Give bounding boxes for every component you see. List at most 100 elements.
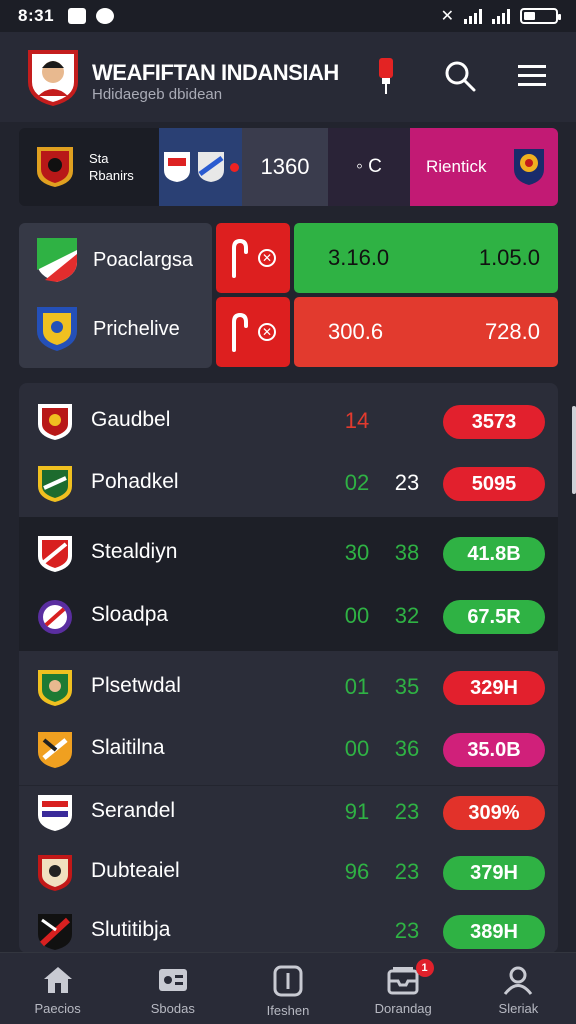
featured-team-1-name: Poaclargsa (93, 248, 194, 271)
nav-label: Paecios (34, 1001, 81, 1016)
odds-pill[interactable]: 379H (443, 856, 545, 890)
featured-team-2-name: Prichelive (93, 317, 180, 340)
featured-odd-2b: 728.0 (484, 319, 540, 344)
odds-pill[interactable]: 309% (443, 796, 545, 830)
table-row[interactable]: Sloadpa 00 32 67.5R (19, 583, 558, 647)
featured-odd-2a: 300.6 (328, 319, 384, 344)
mute-icon: ✕ (440, 8, 454, 25)
featured-odds-bar-2[interactable]: 300.6 728.0 (294, 297, 558, 367)
team-crest-3-icon (514, 149, 544, 185)
live-dot-icon (230, 162, 239, 172)
notification-badge: 1 (415, 959, 434, 977)
odds-pill[interactable]: 329H (443, 671, 545, 705)
table-row[interactable]: Dubteaiel 96 23 379H (19, 839, 558, 903)
team-name: Slaitilna (91, 736, 165, 759)
table-row[interactable]: Slaitilna 00 36 35.0B (19, 716, 558, 780)
strip-mid[interactable]: ◦ C (328, 128, 410, 206)
league-strip: Sta Rbanirs 1360 ◦ C Rientick (19, 128, 558, 206)
nav-item-home[interactable]: Paecios (0, 953, 115, 1024)
team-crest-icon (37, 238, 77, 282)
table-row[interactable]: Slutitibja 23 389H (19, 898, 558, 953)
battery-icon (520, 8, 561, 24)
nav-label: Sleriak (498, 1001, 539, 1016)
home-icon (43, 967, 72, 993)
table-row[interactable]: Gaudbel 14 3573 (19, 388, 558, 452)
search-button[interactable] (438, 54, 482, 98)
team-crest-2-icon (198, 152, 224, 182)
team-name: Dubteaiel (91, 859, 180, 882)
score-2: 36 (394, 736, 420, 761)
league-crest-icon (37, 147, 73, 187)
strip-score[interactable]: 1360 (242, 128, 328, 206)
team-name: Serandel (91, 799, 176, 822)
nav-label: Ifeshen (266, 1003, 310, 1018)
strip-label-2: Rbanirs (89, 168, 134, 183)
featured-indicator-2[interactable]: ✕ (216, 297, 290, 367)
odds-pill[interactable]: 3573 (443, 405, 545, 439)
score-1: 01 (344, 674, 370, 699)
featured-matches: Poaclargsa Prichelive ✕ 3.16.0 1.05.0 ✕ … (19, 223, 558, 368)
team-crest-icon (38, 855, 72, 891)
table-row[interactable]: Plsetwdal 01 35 329H (19, 654, 558, 718)
featured-teams: Poaclargsa Prichelive (19, 223, 212, 368)
score-1: 02 (344, 470, 370, 495)
featured-odd-1a: 3.16.0 (328, 245, 390, 270)
nav-item-cards[interactable]: Sbodas (115, 953, 230, 1024)
nav-item-profile[interactable]: Sleriak (461, 953, 576, 1024)
team-crest-icon (38, 914, 72, 950)
score-2: 23 (394, 470, 420, 495)
match-list: Gaudbel 14 3573 Pohadkel 02 23 5095 Stea… (19, 383, 558, 953)
score-1: 91 (344, 799, 370, 824)
app-notification-icon (96, 8, 115, 24)
team-name: Stealdiyn (91, 540, 178, 563)
score-2: 23 (394, 918, 420, 943)
strip-right[interactable]: Rientick (410, 128, 558, 206)
odds-pill[interactable]: 35.0B (443, 733, 545, 767)
score-2: 32 (394, 603, 420, 628)
table-row[interactable]: Serandel 91 23 309% (19, 779, 558, 843)
status-time: 8:31 (18, 6, 55, 25)
team-crest-icon (38, 466, 72, 502)
featured-team-1[interactable]: Poaclargsa (35, 236, 193, 284)
team-crest-icon (38, 404, 72, 440)
bottom-nav: Paecios Sbodas Ifeshen 1 Dorandag Sleria… (0, 952, 576, 1024)
featured-indicator-1[interactable]: ✕ (216, 223, 290, 293)
odds-pill[interactable]: 389H (443, 915, 545, 949)
signal-icon (464, 8, 482, 24)
strip-flags[interactable] (159, 128, 242, 206)
team-crest-icon (38, 732, 72, 768)
strip-league[interactable]: Sta Rbanirs (19, 128, 159, 206)
score-1: 00 (344, 736, 370, 761)
nav-item-info[interactable]: Ifeshen (230, 953, 345, 1024)
nav-label: Dorandag (374, 1001, 432, 1016)
score-2: 38 (394, 540, 420, 565)
table-row[interactable]: Stealdiyn 30 38 41.8B (19, 520, 558, 584)
flag-button[interactable] (364, 54, 408, 98)
featured-odds-row-1: ✕ 3.16.0 1.05.0 (216, 223, 558, 293)
odds-pill[interactable]: 5095 (443, 467, 545, 501)
nav-label: Sbodas (150, 1001, 195, 1016)
search-icon (445, 61, 476, 92)
nav-item-inbox[interactable]: 1 Dorandag (346, 953, 461, 1024)
score-2: 35 (394, 674, 420, 699)
scrollbar[interactable] (572, 406, 576, 494)
team-crest-icon (38, 600, 72, 634)
featured-team-2[interactable]: Prichelive (35, 305, 180, 353)
odds-pill[interactable]: 41.8B (443, 537, 545, 571)
featured-odds-bar-1[interactable]: 3.16.0 1.05.0 (294, 223, 558, 293)
featured-odd-1b: 1.05.0 (478, 245, 540, 270)
team-crest-icon (37, 307, 77, 351)
status-bar: 8:31 ✕ (0, 0, 576, 32)
menu-button[interactable] (510, 54, 554, 98)
score-1: 30 (344, 540, 370, 565)
odds-pill[interactable]: 67.5R (443, 600, 545, 634)
app-logo (28, 50, 78, 106)
flag-icon (379, 58, 393, 94)
team-name: Pohadkel (91, 470, 179, 493)
team-crest-icon (38, 670, 72, 706)
team-name: Slutitibja (91, 918, 171, 941)
table-row[interactable]: Pohadkel 02 23 5095 (19, 450, 558, 514)
hook-icon (232, 238, 248, 278)
team-crest-icon (38, 536, 72, 572)
strip-label-1: Sta (89, 151, 109, 166)
